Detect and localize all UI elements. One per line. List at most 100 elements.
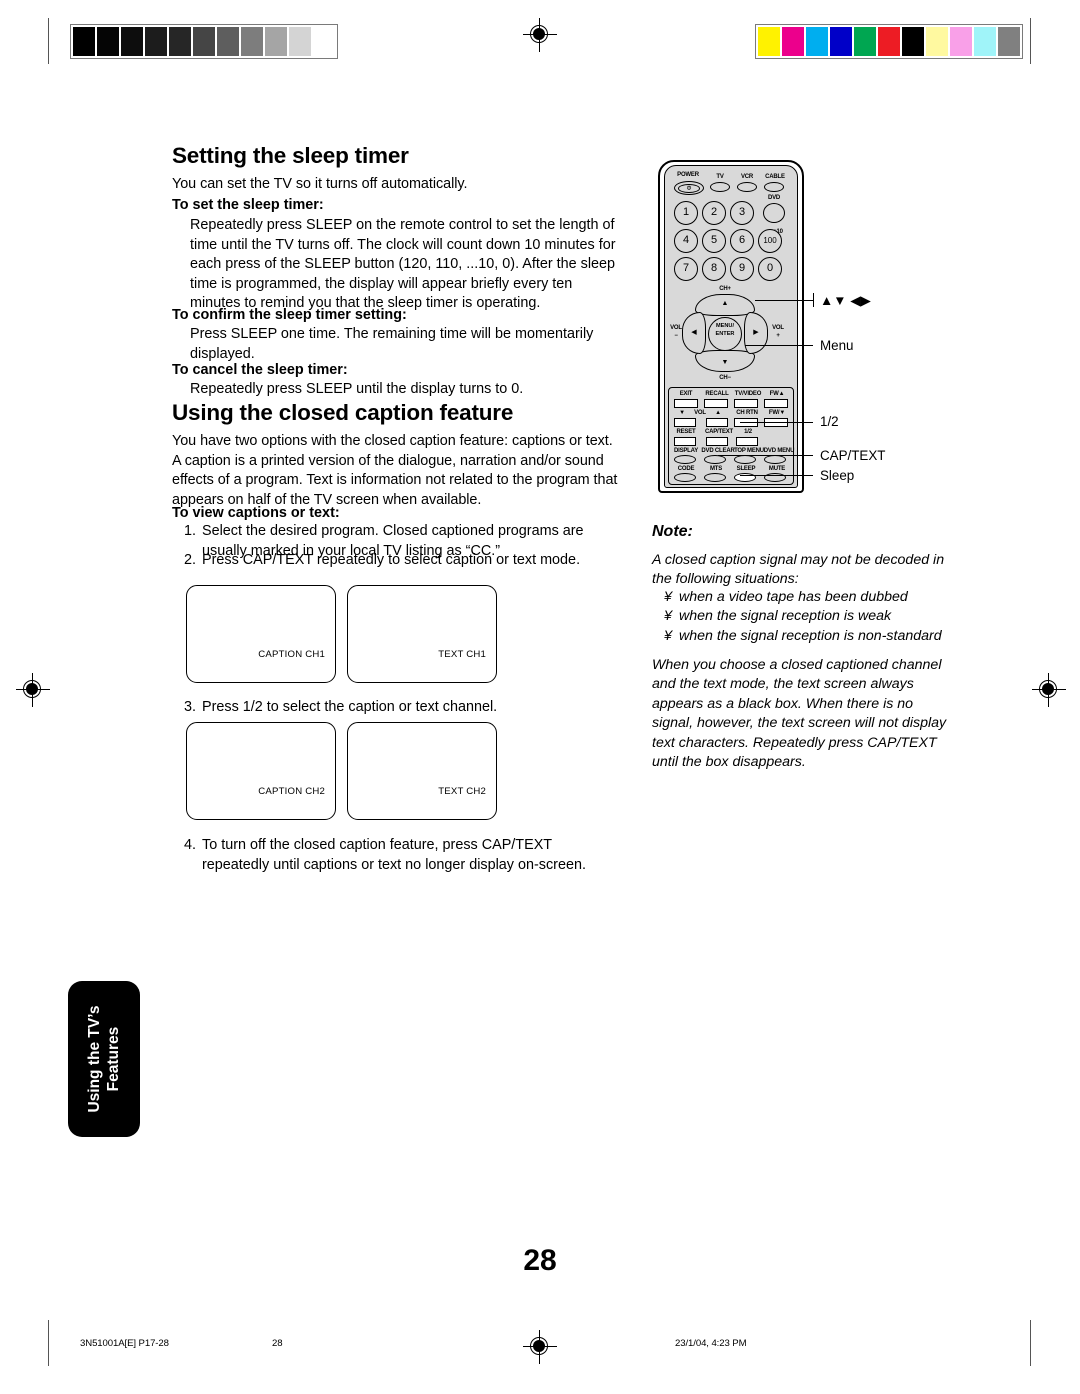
color-swatch bbox=[878, 27, 900, 56]
remote-label-vol-right: VOL bbox=[772, 325, 784, 331]
note-paragraph-2: When you choose a closed captioned chann… bbox=[652, 657, 947, 771]
tv-screen-label: CAPTION CH1 bbox=[258, 649, 325, 660]
registration-mark-bottom-center bbox=[523, 1330, 557, 1364]
chapter-tab-using-the-tvs-features: Using the TV’s Features bbox=[68, 981, 140, 1137]
remote-label-cap-text: CAP/TEXT bbox=[704, 429, 734, 435]
remote-dpad-left[interactable]: ◀ bbox=[682, 312, 706, 354]
remote-display-button[interactable] bbox=[674, 455, 696, 464]
power-icon[interactable]: Φ bbox=[678, 183, 700, 193]
remote-cap-text-button[interactable] bbox=[706, 437, 728, 446]
footer-timestamp: 23/1/04, 4:23 PM bbox=[675, 1338, 747, 1349]
grayscale-swatch bbox=[145, 27, 167, 56]
crop-mark-top-left bbox=[48, 18, 50, 64]
step-item-3: 3. Press 1/2 to select the caption or te… bbox=[178, 698, 626, 718]
color-swatch bbox=[758, 27, 780, 56]
remote-mts-button[interactable] bbox=[704, 473, 726, 482]
remote-key-8[interactable]: 8 bbox=[702, 257, 726, 281]
color-swatch bbox=[830, 27, 852, 56]
grayscale-swatch bbox=[169, 27, 191, 56]
remote-vol-down-button[interactable] bbox=[674, 418, 696, 427]
remote-key-0[interactable]: 0 bbox=[758, 257, 782, 281]
arrow-down-icon: ▼ bbox=[721, 359, 729, 366]
remote-label-vol-down-arrow: ▼ bbox=[679, 410, 685, 416]
note-bullet-list: ¥ when a video tape has been dubbed ¥ when… bbox=[664, 588, 964, 646]
grayscale-swatch bbox=[73, 27, 95, 56]
remote-label-one-half: 1/2 bbox=[744, 429, 752, 435]
remote-label-vol-right-plus: + bbox=[776, 333, 780, 339]
remote-dvd-button[interactable] bbox=[763, 203, 785, 223]
remote-key-2[interactable]: 2 bbox=[702, 201, 726, 225]
tv-screen-caption-ch2: CAPTION CH2 bbox=[186, 722, 336, 820]
tv-screen-label: TEXT CH2 bbox=[438, 786, 486, 797]
closed-caption-intro: You have two options with the closed cap… bbox=[172, 433, 618, 508]
remote-label-display: DISPLAY bbox=[673, 448, 699, 454]
step-text-3: Press 1/2 to select the caption or text … bbox=[202, 699, 498, 715]
color-swatch bbox=[806, 27, 828, 56]
remote-menu-enter-button[interactable]: MENU/ ENTER bbox=[708, 317, 742, 351]
remote-key-100[interactable]: 100 bbox=[758, 229, 782, 253]
remote-key-5[interactable]: 5 bbox=[702, 229, 726, 253]
remote-key-3[interactable]: 3 bbox=[730, 201, 754, 225]
grayscale-swatch bbox=[193, 27, 215, 56]
remote-label-reset: RESET bbox=[676, 429, 696, 435]
remote-vcr-button[interactable] bbox=[737, 182, 757, 192]
step-number-1: 1. bbox=[183, 523, 196, 539]
crop-mark-bottom-right bbox=[1030, 1320, 1032, 1366]
manual-page: Setting the sleep timer You can set the … bbox=[0, 0, 1080, 1394]
grayscale-swatch bbox=[241, 27, 263, 56]
remote-key-4[interactable]: 4 bbox=[674, 229, 698, 253]
section-title-closed-caption: Using the closed caption feature bbox=[172, 400, 514, 425]
remote-code-button[interactable] bbox=[674, 473, 696, 482]
paragraph-set-sleep-timer: Repeatedly press SLEEP on the remote con… bbox=[190, 217, 616, 312]
section-title-sleep-timer: Setting the sleep timer bbox=[172, 143, 409, 168]
note-paragraph-1: A closed caption signal may not be decod… bbox=[652, 552, 945, 588]
step-item-2: 2. Press CAP/TEXT repeatedly to select c… bbox=[178, 551, 626, 571]
remote-tv-button[interactable] bbox=[710, 182, 730, 192]
remote-key-9[interactable]: 9 bbox=[730, 257, 754, 281]
color-calibration-strip bbox=[755, 24, 1023, 59]
step-text-4: To turn off the closed caption feature, … bbox=[202, 837, 586, 873]
remote-key-7[interactable]: 7 bbox=[674, 257, 698, 281]
remote-reset-button[interactable] bbox=[674, 437, 696, 446]
crop-mark-top-right bbox=[1030, 18, 1032, 64]
remote-label-mute: MUTE bbox=[768, 466, 786, 472]
remote-tv-video-button[interactable] bbox=[734, 399, 758, 408]
remote-fw-up-button[interactable] bbox=[764, 399, 788, 408]
remote-label-sleep: SLEEP bbox=[736, 466, 756, 472]
subheading-view-captions: To view captions or text: bbox=[172, 505, 340, 521]
remote-one-half-button[interactable] bbox=[736, 437, 758, 446]
remote-control-diagram: POWER TV VCR CABLE DVD +10 Φ 1 2 3 4 5 6… bbox=[658, 160, 804, 493]
remote-label-fw-down: FW/▼ bbox=[768, 410, 786, 416]
step-number-2: 2. bbox=[183, 552, 196, 568]
callout-label-sleep: Sleep bbox=[820, 468, 855, 483]
note-bullet-item: ¥ when a video tape has been dubbed bbox=[664, 588, 964, 607]
callout-label-menu: Menu bbox=[820, 338, 854, 353]
step-number-3: 3. bbox=[183, 699, 196, 715]
step-text-2: Press CAP/TEXT repeatedly to select capt… bbox=[202, 552, 581, 568]
remote-dvd-menu-button[interactable] bbox=[764, 455, 786, 464]
remote-exit-button[interactable] bbox=[674, 399, 698, 408]
callout-label-arrows: ▲▼ ◀▶ bbox=[820, 293, 871, 308]
remote-label-vol-center: VOL bbox=[694, 410, 706, 416]
remote-label-dvd-clear: DVD CLEAR bbox=[701, 448, 735, 454]
remote-top-menu-button[interactable] bbox=[734, 455, 756, 464]
color-swatch bbox=[950, 27, 972, 56]
step-number-4: 4. bbox=[183, 837, 196, 853]
callout-label-cap-text: CAP/TEXT bbox=[820, 448, 886, 463]
grayscale-swatch bbox=[289, 27, 311, 56]
callout-leader-cap-text bbox=[718, 455, 813, 457]
subheading-confirm-sleep-timer: To confirm the sleep timer setting: bbox=[172, 307, 407, 323]
remote-key-1[interactable]: 1 bbox=[674, 201, 698, 225]
callout-tick-arrows bbox=[813, 293, 815, 307]
tv-screen-text-ch1: TEXT CH1 bbox=[347, 585, 497, 683]
arrow-right-icon: ▶ bbox=[753, 329, 759, 336]
remote-dvd-clear-button[interactable] bbox=[704, 455, 726, 464]
remote-vol-up-button[interactable] bbox=[706, 418, 728, 427]
remote-key-6[interactable]: 6 bbox=[730, 229, 754, 253]
remote-cable-button[interactable] bbox=[764, 182, 784, 192]
note-bullet-text: when the signal reception is non-standar… bbox=[679, 627, 942, 644]
remote-recall-button[interactable] bbox=[704, 399, 728, 408]
remote-dpad-up[interactable]: ▲ bbox=[695, 294, 755, 316]
note-bullet-item: ¥ when the signal reception is weak bbox=[664, 607, 964, 626]
arrow-left-icon: ◀ bbox=[691, 329, 697, 336]
